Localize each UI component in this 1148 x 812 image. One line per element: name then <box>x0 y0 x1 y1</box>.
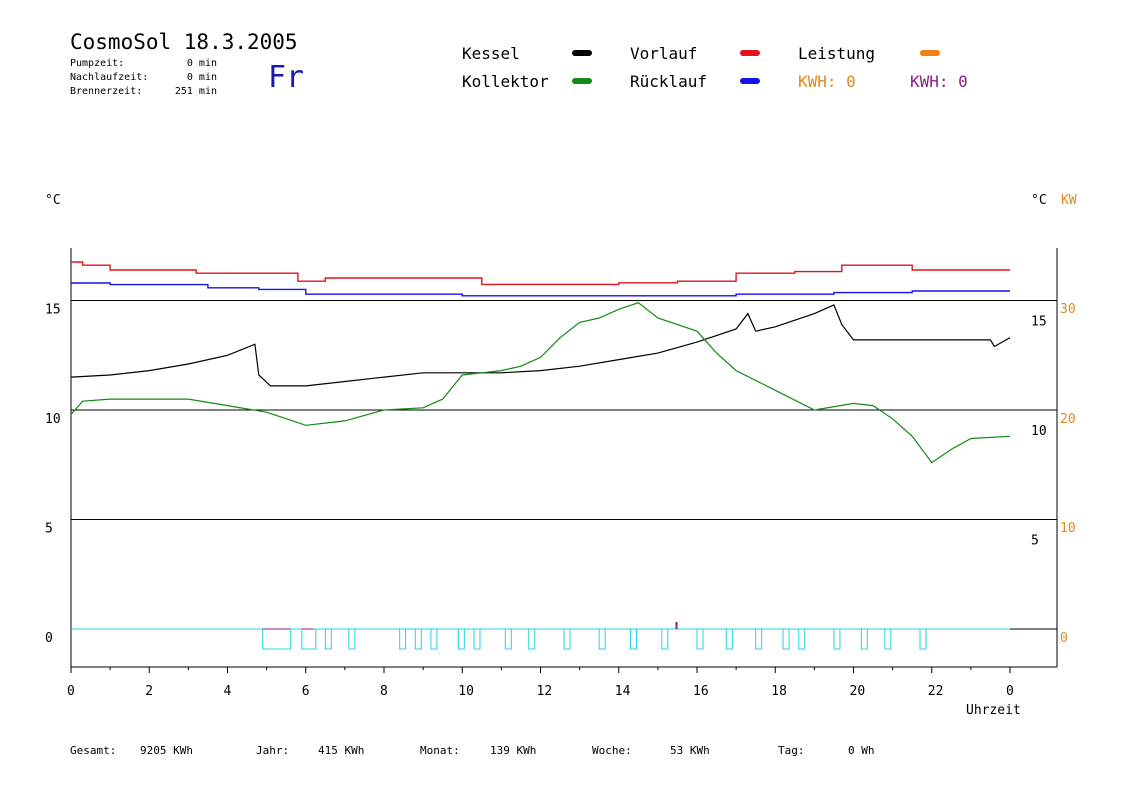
footer-label-tag: Tag: <box>778 744 805 757</box>
pump-marker <box>348 628 356 650</box>
footer-value-monat: 139 KWh <box>490 744 537 757</box>
y-axis-label-right: °C <box>1031 193 1047 208</box>
footer-label-jahr: Jahr: <box>256 744 290 757</box>
x-tick-label-18: 18 <box>771 684 787 699</box>
pump-marker <box>919 628 927 650</box>
series-line-kessel <box>70 304 1011 387</box>
series-line-kollektor <box>70 302 1011 464</box>
pump-marker <box>696 628 704 650</box>
footer-label-gesamt: Gesamt: <box>70 744 117 757</box>
pump-marker <box>301 628 317 650</box>
pump-marker <box>798 628 806 650</box>
y-tick-right-c-15: 15 <box>1031 315 1047 330</box>
chart-area: 0 5 10 15 5 10 15 0 10 20 30 °C °C KW 0 2 4 6 8 10 12 14 16 18 2… <box>45 193 1077 718</box>
y-tick-left-10: 10 <box>45 412 61 427</box>
x-tick-label-16: 16 <box>693 684 709 699</box>
x-tick-label-22: 22 <box>928 684 944 699</box>
x-tick-label-0: 0 <box>67 684 75 699</box>
pump-marker <box>528 628 536 650</box>
x-tick-label-20: 20 <box>850 684 866 699</box>
x-tick-label-24: 0 <box>1006 684 1014 699</box>
y-tick-right-c-10: 10 <box>1031 424 1047 439</box>
y-tick-left-15: 15 <box>45 303 61 318</box>
pump-marker <box>755 628 763 650</box>
series-line-vorlauf <box>71 261 1010 286</box>
y-tick-right-kw-30: 30 <box>1060 302 1076 317</box>
x-tick-label-4: 4 <box>224 684 232 699</box>
y-tick-right-kw-20: 20 <box>1060 412 1076 427</box>
y-tick-right-c-5: 5 <box>1031 534 1039 549</box>
pump-marker <box>833 628 841 650</box>
pump-marker <box>324 628 332 650</box>
leistung-spike-marker <box>675 622 678 629</box>
y-axis-label-left: °C <box>45 193 61 208</box>
x-tick-label-2: 2 <box>145 684 153 699</box>
y-tick-left-5: 5 <box>45 522 53 537</box>
pump-marker <box>563 628 571 650</box>
pump-marker <box>860 628 868 650</box>
pump-marker <box>629 628 637 650</box>
pump-marker <box>661 628 669 650</box>
y-axis-label-kw: KW <box>1061 193 1077 208</box>
y-tick-left-0: 0 <box>45 631 53 646</box>
y-tick-right-kw-10: 10 <box>1060 521 1076 536</box>
footer-value-gesamt: 9205 KWh <box>140 744 193 757</box>
pump-marker <box>884 628 892 650</box>
footer-value-woche: 53 KWh <box>670 744 710 757</box>
x-axis-label: Uhrzeit <box>966 703 1021 718</box>
pump-marker <box>262 628 292 650</box>
x-tick-label-6: 6 <box>302 684 310 699</box>
footer-label-woche: Woche: <box>592 744 632 757</box>
footer-label-monat: Monat: <box>420 744 460 757</box>
x-tick-label-12: 12 <box>537 684 553 699</box>
footer-value-tag: 0 Wh <box>848 744 875 757</box>
x-tick-label-10: 10 <box>458 684 474 699</box>
x-tick-label-8: 8 <box>380 684 388 699</box>
pump-marker <box>598 628 606 650</box>
x-tick-label-14: 14 <box>615 684 631 699</box>
pump-marker <box>725 628 733 650</box>
pump-marker <box>430 628 438 650</box>
pump-marker <box>782 628 790 650</box>
pump-marker <box>457 628 465 650</box>
pump-marker <box>504 628 512 650</box>
pump-marker <box>399 628 407 650</box>
y-tick-right-kw-0: 0 <box>1060 631 1068 646</box>
pump-marker <box>414 628 422 650</box>
pump-marker <box>473 628 481 650</box>
footer-value-jahr: 415 KWh <box>318 744 365 757</box>
